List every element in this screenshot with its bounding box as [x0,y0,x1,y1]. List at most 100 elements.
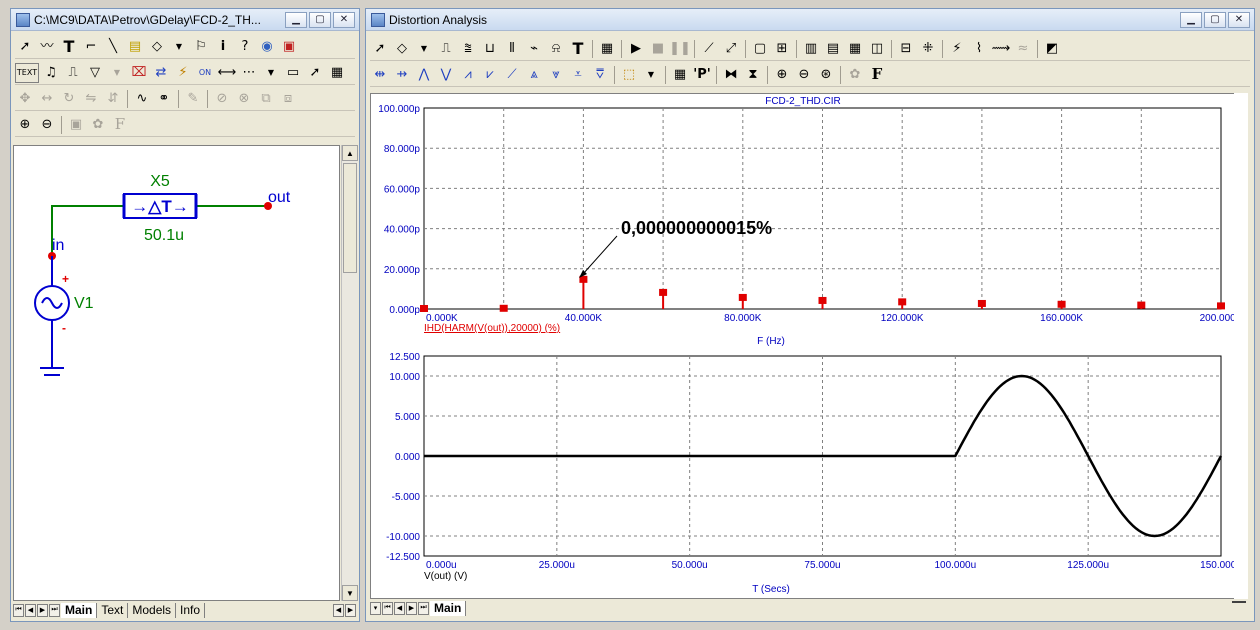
grid-icon[interactable]: ⚡ [173,63,193,83]
stretch-icon[interactable]: ↔ [37,89,57,109]
next-tab-icon[interactable]: ▶ [406,601,417,615]
tab-main[interactable]: Main [61,602,98,618]
pin-icon[interactable]: ⎍ [63,63,83,83]
rotate-icon[interactable]: ↻ [59,89,79,109]
wire-icon[interactable]: 〰 [37,37,57,57]
analysis-titlebar[interactable]: Distortion Analysis ▁ ▢ ✕ [366,9,1254,31]
tab-text[interactable]: Text [97,602,129,618]
global-high-icon[interactable]: ⩓ [524,65,544,85]
zoom-fit-icon[interactable]: ⊛ [816,65,836,85]
zoom-out-icon[interactable]: ⊖ [794,65,814,85]
scroll-down-icon[interactable]: ▼ [342,585,358,601]
dropdown-arrow-icon[interactable]: ▼ [414,39,434,59]
tag-icon[interactable]: ⧓ [721,65,741,85]
palette-icon[interactable]: ✿ [845,65,865,85]
tab-menu-icon[interactable]: ▾ [370,601,381,615]
maximize-button[interactable]: ▢ [1204,11,1226,28]
zoom-in-icon[interactable]: ⊕ [772,65,792,85]
close-button[interactable]: ✕ [1228,11,1250,28]
chart-props-icon[interactable]: ◩ [1042,39,1062,59]
flip-icon[interactable]: ⇵ [103,89,123,109]
on-icon[interactable]: ON [195,63,215,83]
palette-icon[interactable]: ✿ [88,115,108,135]
waveform-icon[interactable]: ∿ [132,89,152,109]
last-tab-icon[interactable]: ⏭ [418,601,429,615]
text-tool-icon[interactable]: T [59,37,79,57]
table-icon[interactable]: ▦ [670,65,690,85]
dropdown-arrow-icon[interactable]: ▼ [261,63,281,83]
hscroll-right-icon[interactable]: ▶ [345,603,356,617]
comment-icon[interactable]: ✎ [183,89,203,109]
copy-icon[interactable]: ⧉ [256,89,276,109]
move-icon[interactable]: ✥ [15,89,35,109]
dropdown-arrow-icon[interactable]: ▼ [169,37,189,57]
info-icon[interactable]: i [213,37,233,57]
prev-tab-icon[interactable]: ◀ [25,603,36,617]
bend-wire-icon[interactable]: ⌐ [81,37,101,57]
tool3-icon[interactable]: ⟿ [991,39,1011,59]
arrow-line-icon[interactable]: ⤢ [721,39,741,59]
pin-flag-icon[interactable]: ⚐ [191,37,211,57]
inflection-icon[interactable]: ⟋ [502,65,522,85]
tool1-icon[interactable]: ⚡ [947,39,967,59]
font-icon[interactable]: F [110,115,130,135]
graph-icon[interactable]: ⎍ [436,39,456,59]
select-arrow-icon[interactable]: ➚ [15,37,35,57]
attribute-icon[interactable]: ⌧ [129,63,149,83]
first-tab-icon[interactable]: ⏮ [13,603,24,617]
dotgrid-icon[interactable]: ⋯ [239,63,259,83]
shapes-icon[interactable]: ◇ [147,37,167,57]
cursor-line-icon[interactable]: ⁜ [918,39,938,59]
tag2-icon[interactable]: ⧗ [743,65,763,85]
stop-icon[interactable]: ⊘ [212,89,232,109]
peak-icon[interactable]: ⋀ [414,65,434,85]
high-icon[interactable]: ⩘ [458,65,478,85]
tool4-icon[interactable]: ≈ [1013,39,1033,59]
data-point-icon[interactable]: ⬚ [619,65,639,85]
line-tool-icon[interactable]: ╲ [103,37,123,57]
tab-info[interactable]: Info [176,602,206,618]
node-icon[interactable]: ▽ [85,63,105,83]
dropdown-arrow-icon[interactable]: ▼ [107,63,127,83]
shapes-icon[interactable]: ◇ [392,39,412,59]
pause-icon[interactable]: ❚❚ [669,39,691,59]
tab-models[interactable]: Models [128,602,177,618]
grid-icon[interactable]: ⊞ [772,39,792,59]
maximize-button[interactable]: ▢ [309,11,331,28]
text-button[interactable]: TEXT [15,62,39,83]
scroll-thumb[interactable] [343,163,357,273]
schematic-vscroll[interactable]: ▲ ▼ [341,145,358,601]
bottom-icon[interactable]: ⩢ [590,65,610,85]
font-icon[interactable]: F [867,65,887,85]
cursor-left-icon[interactable]: ⇹ [370,65,390,85]
resize-grip-icon[interactable] [1232,601,1246,615]
last-tab-icon[interactable]: ⏭ [49,603,60,617]
border-icon[interactable]: ▭ [283,63,303,83]
valley-icon[interactable]: ⋁ [436,65,456,85]
next-tab-icon[interactable]: ▶ [37,603,48,617]
select-arrow-icon[interactable]: ➚ [370,39,390,59]
schematic-canvas[interactable]: →△T→ X5 50.1u out in + - V1 [13,145,340,601]
line-icon[interactable]: ⟷ [217,63,237,83]
dropdown-arrow-icon[interactable]: ▼ [641,65,661,85]
graph2-icon[interactable]: ⩰ [458,39,478,59]
cursor-icon[interactable]: ➚ [305,63,325,83]
first-tab-icon[interactable]: ⏮ [382,601,393,615]
plot-area[interactable]: FCD-2_THD.CIR 100.000p 80.000p 60.000p 40.0… [370,93,1248,599]
hscroll-left-icon[interactable]: ◀ [333,603,344,617]
vgrid-icon[interactable]: ▥ [801,39,821,59]
properties-icon[interactable]: ▦ [327,63,347,83]
baseline-icon[interactable]: ⊟ [896,39,916,59]
mirror-icon[interactable]: ⇋ [81,89,101,109]
globe-icon[interactable]: ◉ [257,37,277,57]
paste-icon[interactable]: ⧈ [278,89,298,109]
component-icon[interactable]: ▣ [279,37,299,57]
stop-icon[interactable]: ■ [648,39,668,59]
schematic-titlebar[interactable]: C:\MC9\DATA\Petrov\GDelay\FCD-2_TH... ▁ … [11,9,359,31]
zoom-out-icon[interactable]: ⊖ [37,115,57,135]
global-low-icon[interactable]: ⩔ [546,65,566,85]
tool2-icon[interactable]: ⌇ [969,39,989,59]
minor-grid-icon[interactable]: ◫ [867,39,887,59]
minimize-button[interactable]: ▁ [285,11,307,28]
zoom-in-icon[interactable]: ⊕ [15,115,35,135]
